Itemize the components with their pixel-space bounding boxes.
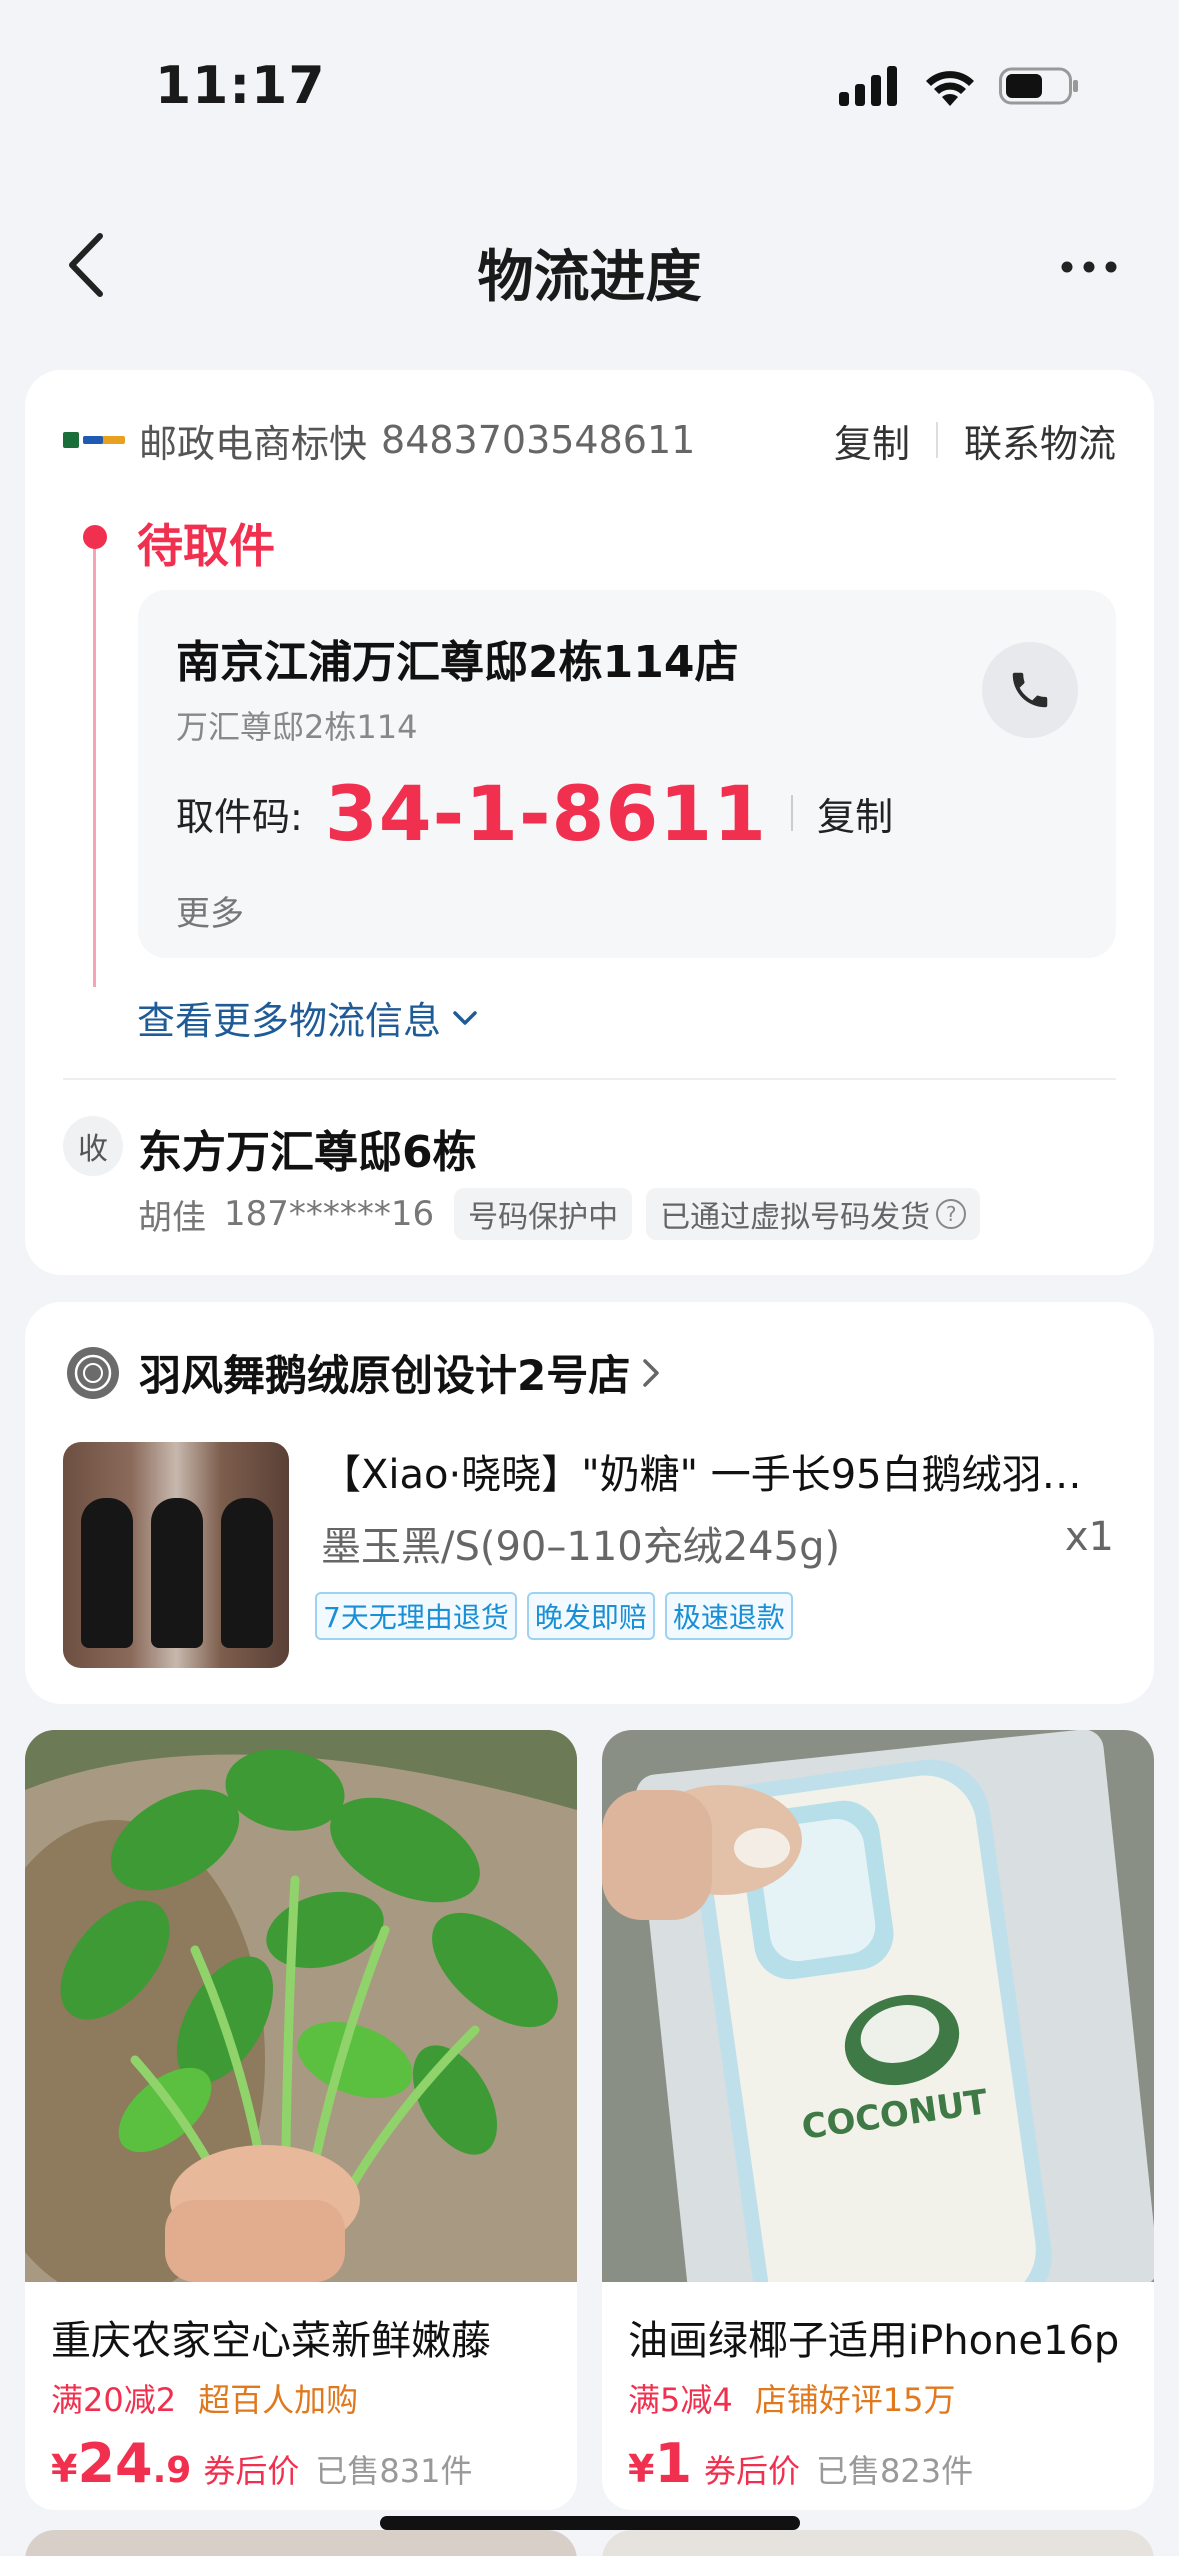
number-protect-tag: 号码保护中: [454, 1188, 633, 1240]
shop-row[interactable]: 羽风舞鹅绒原创设计2号店: [67, 1342, 662, 1403]
price-note: 券后价: [704, 2452, 801, 2490]
recommendation-promos: 满20减2 超百人加购: [51, 2375, 358, 2421]
price-symbol: ¥: [628, 2447, 655, 2491]
product-image[interactable]: [63, 1442, 289, 1668]
receiver-name: 胡佳: [138, 1197, 206, 1238]
nav-bar: 物流进度: [0, 200, 1179, 330]
order-product-card: 羽风舞鹅绒原创设计2号店 【Xiao·晓晓】"奶糖" 一手长95白鹅绒羽绒服 墨…: [25, 1302, 1154, 1704]
promo-highlight: 店铺好评15万: [754, 2381, 956, 2419]
wifi-icon: [926, 71, 974, 106]
receiver-phone: 187******16: [224, 1194, 435, 1234]
product-image: COCONUT: [602, 1730, 1154, 2282]
carrier-actions: 复制 联系物流: [834, 413, 1116, 468]
recommendation-price: ¥ 24 .9 券后价 已售831件: [51, 2432, 472, 2495]
pickup-point-name: 南京江浦万汇尊邸2栋114店: [176, 637, 739, 688]
chevron-right-icon: [643, 1358, 659, 1387]
price-note: 券后价: [203, 2452, 300, 2490]
pickup-code-label: 取件码:: [176, 794, 303, 839]
contact-logistics-button[interactable]: 联系物流: [964, 413, 1116, 468]
status-time: 11:17: [155, 56, 326, 116]
page-title: 物流进度: [477, 245, 702, 310]
service-tag: 极速退款: [664, 1592, 793, 1640]
price-decimal: .9: [152, 2450, 192, 2491]
pickup-code: 34-1-8611: [324, 768, 768, 858]
divider: [935, 422, 938, 458]
recommendation-card[interactable]: 重庆农家空心菜新鲜嫩藤 满20减2 超百人加购 ¥ 24 .9 券后价 已售83…: [25, 1730, 577, 2510]
product-spec: 墨玉黑/S(90–110充绒245g): [321, 1524, 841, 1570]
status-bar: 11:17: [0, 0, 1179, 150]
status-icons: [839, 66, 1079, 106]
recommendation-title: 重庆农家空心菜新鲜嫩藤: [51, 2318, 491, 2364]
copy-tracking-button[interactable]: 复制: [834, 413, 910, 468]
call-pickup-button[interactable]: [982, 642, 1078, 738]
product-image: [25, 1730, 577, 2282]
price-symbol: ¥: [51, 2447, 78, 2491]
copy-code-button[interactable]: 复制: [817, 786, 893, 841]
section-divider: [63, 1078, 1116, 1080]
logistics-card: 邮政电商标快 8483703548611 复制 联系物流 待取件 南京江浦万汇尊…: [25, 370, 1154, 1396]
view-more-logistics-label: 查看更多物流信息: [137, 999, 442, 1043]
recommendation-title: 油画绿椰子适用iPhone16p: [628, 2318, 1120, 2364]
ems-logo-icon: [63, 426, 125, 454]
carrier-row: 邮政电商标快 8483703548611 复制 联系物流: [63, 410, 1116, 470]
shop-name: 羽风舞鹅绒原创设计2号店: [139, 1351, 631, 1400]
receiver-info: 胡佳 187******16 号码保护中 已通过虚拟号码发货 ?: [138, 1188, 994, 1240]
receiver-badge: 收: [63, 1116, 123, 1176]
carrier-name: 邮政电商标快: [139, 421, 368, 466]
next-recommendation-card[interactable]: [602, 2530, 1154, 2556]
promo-discount: 满5减4: [628, 2381, 733, 2419]
divider: [791, 795, 794, 831]
timeline-line: [93, 542, 96, 987]
promo-highlight: 超百人加购: [198, 2381, 359, 2419]
promo-discount: 满20减2: [51, 2381, 177, 2419]
pickup-more-button[interactable]: 更多: [176, 886, 244, 935]
tracking-number: 8483703548611: [381, 418, 696, 462]
question-icon: ?: [936, 1199, 967, 1229]
recommendation-promos: 满5减4 店铺好评15万: [628, 2375, 955, 2421]
service-tags: 7天无理由退货 晚发即赔 极速退款: [315, 1592, 793, 1640]
pickup-box: 南京江浦万汇尊邸2栋114店 万汇尊邸2栋114 取件码: 34-1-8611 …: [138, 590, 1116, 958]
recommendation-card[interactable]: COCONUT 油画绿椰子适用iPhone16p 满5减4 店铺好评15万 ¥ …: [602, 1730, 1154, 2510]
chevron-down-icon: [453, 1010, 477, 1025]
cellular-signal-icon: [839, 66, 897, 106]
price-integer: 1: [654, 2432, 693, 2495]
number-protect-label: 号码保护中: [468, 1200, 619, 1235]
next-recommendation-card[interactable]: [25, 2530, 577, 2556]
service-tag: 晚发即赔: [526, 1592, 655, 1640]
service-tag: 7天无理由退货: [315, 1592, 517, 1640]
app-root: 11:17 物流进度 邮政电商标快 8483703548611 复制 联系物流 …: [0, 0, 1179, 2556]
battery-icon: [999, 67, 1078, 105]
home-indicator[interactable]: [380, 2516, 800, 2530]
view-more-logistics-link[interactable]: 查看更多物流信息: [137, 990, 479, 1045]
product-title[interactable]: 【Xiao·晓晓】"奶糖" 一手长95白鹅绒羽绒服: [321, 1442, 1121, 1500]
receiver-address: 东方万汇尊邸6栋: [138, 1127, 477, 1178]
more-options-icon[interactable]: [1059, 252, 1119, 282]
pickup-code-row: 取件码: 34-1-8611 复制: [176, 768, 893, 858]
product-quantity: x1: [1064, 1514, 1114, 1560]
sold-count: 已售831件: [315, 2452, 473, 2490]
recommendation-price: ¥ 1 券后价 已售823件: [628, 2432, 973, 2495]
virtual-number-label: 已通过虚拟号码发货: [660, 1200, 931, 1235]
sold-count: 已售823件: [816, 2452, 974, 2490]
pickup-point-address: 万汇尊邸2栋114: [176, 708, 418, 746]
virtual-number-tag[interactable]: 已通过虚拟号码发货 ?: [646, 1188, 981, 1240]
timeline-dot-active: [83, 525, 107, 549]
delivery-status: 待取件: [137, 519, 275, 573]
shop-logo-icon: [67, 1346, 119, 1399]
price-integer: 24: [77, 2432, 153, 2495]
phone-icon: [1012, 672, 1048, 708]
